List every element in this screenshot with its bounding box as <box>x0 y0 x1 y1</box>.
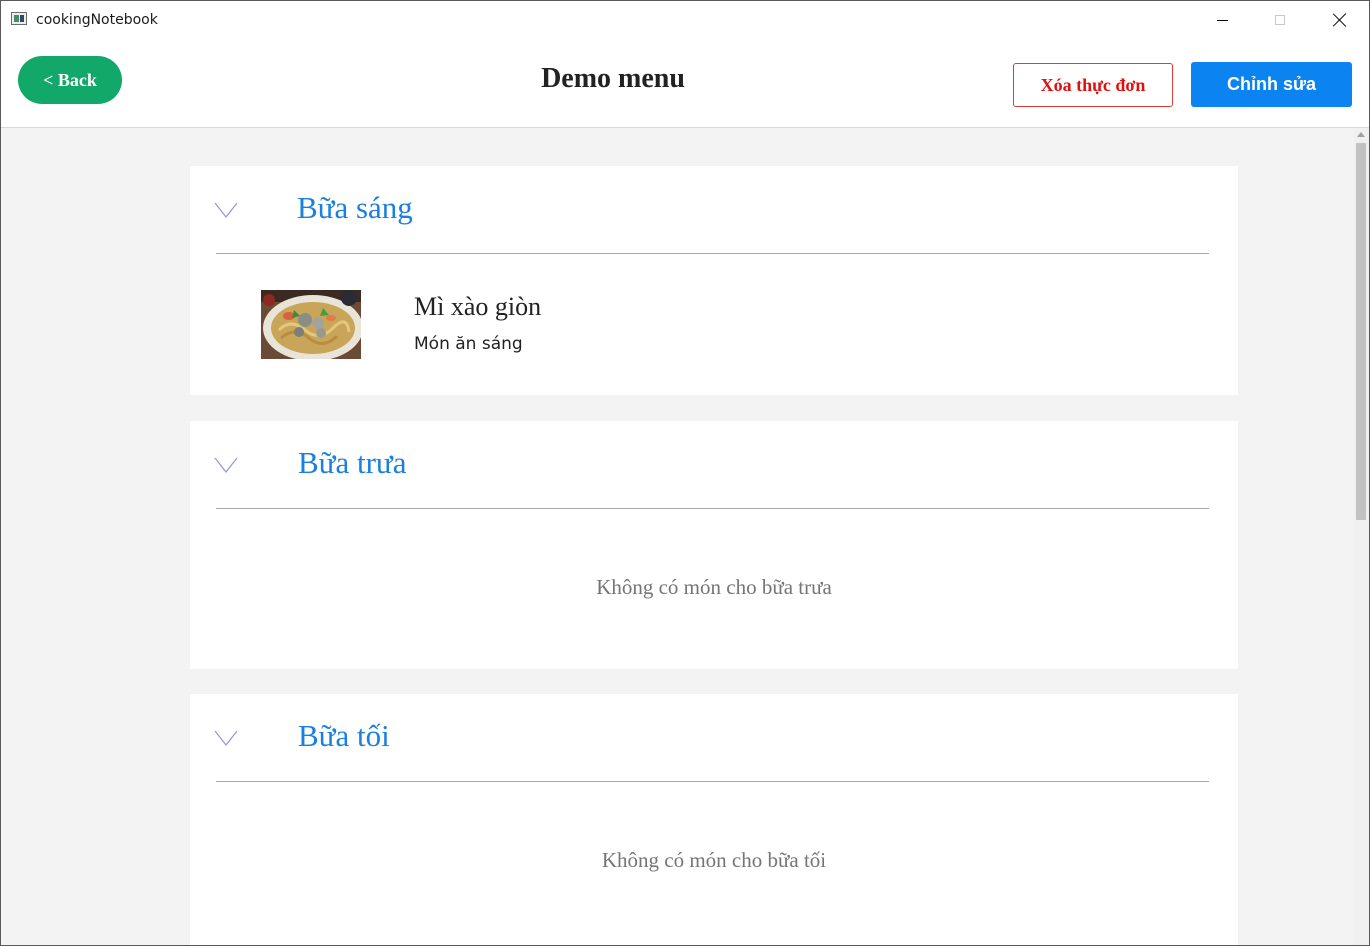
section-divider <box>216 781 1209 782</box>
window-title: cookingNotebook <box>36 12 158 28</box>
empty-message: Không có món cho bữa trưa <box>596 575 832 599</box>
section-divider <box>216 253 1209 254</box>
chevron-down-icon[interactable] <box>214 202 238 218</box>
dish-type: Món ăn sáng <box>414 334 523 354</box>
app-icon <box>11 12 27 25</box>
fried-noodles-photo <box>261 290 361 359</box>
app-window: cookingNotebook < Back Demo menu Xóa thự… <box>0 0 1370 946</box>
dish-name[interactable]: Mì xào giòn <box>414 292 541 322</box>
section-breakfast: Bữa sáng Mì xào giòn Món ăn sáng <box>190 166 1238 395</box>
page-header: < Back Demo menu Xóa thực đơn Chỉnh sửa <box>1 39 1369 128</box>
close-icon <box>1333 13 1347 27</box>
chevron-down-icon[interactable] <box>214 457 238 473</box>
chevron-down-icon[interactable] <box>214 730 238 746</box>
scrollbar-thumb[interactable] <box>1356 143 1366 520</box>
menu-content[interactable]: Bữa sáng Mì xào giòn Món ăn sáng Bữa trư… <box>1 128 1354 945</box>
vertical-scrollbar[interactable] <box>1354 128 1369 945</box>
section-title[interactable]: Bữa tối <box>298 718 390 754</box>
section-divider <box>216 508 1209 509</box>
delete-menu-button[interactable]: Xóa thực đơn <box>1013 63 1173 107</box>
section-title[interactable]: Bữa sáng <box>297 190 413 226</box>
close-button[interactable] <box>1311 1 1369 39</box>
section-title[interactable]: Bữa trưa <box>298 445 407 481</box>
section-lunch: Bữa trưa Không có món cho bữa trưa <box>190 421 1238 669</box>
minimize-button[interactable] <box>1193 1 1251 39</box>
maximize-button[interactable] <box>1251 1 1309 39</box>
edit-menu-button[interactable]: Chỉnh sửa <box>1191 62 1352 107</box>
dish-image[interactable] <box>261 290 361 359</box>
maximize-icon <box>1275 15 1285 25</box>
title-bar: cookingNotebook <box>1 1 1369 39</box>
scroll-up-arrow-icon[interactable] <box>1357 132 1365 137</box>
minimize-icon <box>1216 19 1228 21</box>
empty-message: Không có món cho bữa tối <box>601 848 827 872</box>
section-dinner: Bữa tối Không có món cho bữa tối <box>190 694 1238 945</box>
